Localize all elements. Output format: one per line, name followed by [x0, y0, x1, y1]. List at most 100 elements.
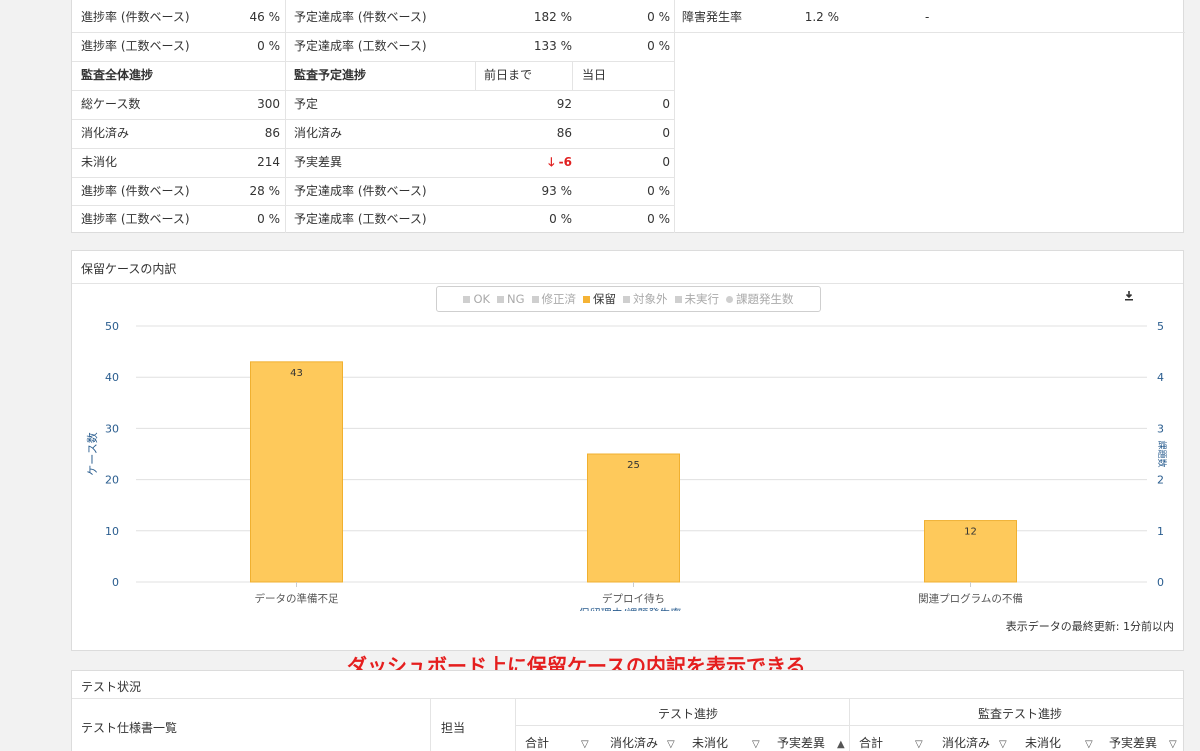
test-progress-group: テスト進捗	[658, 707, 719, 721]
audit-plan-rate-effort-prev: 0 %	[549, 212, 572, 226]
defect-rate-label: 障害発生率	[682, 10, 743, 24]
col-label: 予実差異	[777, 736, 826, 750]
variance-today: 0	[662, 155, 670, 169]
total-cases-label: 総ケース数	[81, 97, 141, 111]
y2-tick-label: 0	[1157, 576, 1164, 589]
hold-breakdown-chart: 01020304050012345ケース数 課題数43データの準備不足25デプロイ…	[86, 320, 1168, 611]
y2-tick-label: 3	[1157, 422, 1164, 435]
y-axis-title: ケース数	[86, 432, 99, 475]
mid-consumed-label: 消化済み	[294, 126, 343, 140]
audit-plan-title: 監査予定進捗	[294, 68, 367, 82]
y2-tick-label: 4	[1157, 371, 1164, 384]
total-cases-value: 300	[257, 97, 280, 111]
audit-plan-rate-effort-label: 予定達成率 (工数ベース)	[294, 212, 427, 226]
x-tick-label: データの準備不足	[255, 592, 339, 605]
defect-rate-today: -	[925, 10, 930, 24]
y-tick-label: 10	[105, 525, 119, 538]
plan-rate-count-label: 予定達成率 (件数ベース)	[294, 10, 427, 24]
bar-value-label: 43	[290, 368, 303, 379]
col-audit-unconsumed-header[interactable]: 未消化 ▽	[1025, 734, 1093, 751]
col-total-header[interactable]: 合計 ▽	[525, 734, 589, 751]
col-label: 合計	[859, 736, 884, 750]
plan-rate-effort-label: 予定達成率 (工数ベース)	[294, 39, 427, 53]
mid-consumed-prev: 86	[556, 126, 572, 140]
y2-axis-title: 課題数	[1156, 440, 1168, 467]
progress-rate-count-label: 進捗率 (件数ベース)	[81, 10, 190, 24]
y2-tick-label: 1	[1157, 525, 1164, 538]
mid-consumed-today: 0	[662, 126, 670, 140]
col-label: 予実差異	[1109, 736, 1158, 750]
audit-progress-count-label: 進捗率 (件数ベース)	[81, 184, 190, 198]
arrow-down-icon: 🡓	[548, 155, 555, 169]
y2-tick-label: 2	[1157, 474, 1164, 487]
test-status-title: テスト状況	[81, 680, 142, 694]
col-label: 消化済み	[610, 736, 659, 750]
col-audit-consumed-header[interactable]: 消化済み ▽	[942, 734, 1007, 751]
sort-down-icon[interactable]: ▽	[915, 739, 923, 750]
col-variance-header[interactable]: 予実差異 ▲	[777, 734, 845, 751]
sort-down-icon[interactable]: ▽	[752, 739, 760, 750]
plan-prev: 92	[556, 97, 572, 111]
audit-plan-rate-effort-today: 0 %	[647, 212, 670, 226]
test-status-panel: テスト状況 テスト仕様書一覧 担当 テスト進捗 監査テスト進捗 合計 ▽ 消化済み…	[71, 670, 1184, 751]
defect-rate-value: 1.2 %	[804, 10, 839, 24]
last-updated-note: 表示データの最終更新: 1分前以内	[1005, 620, 1174, 633]
progress-rate-effort-label: 進捗率 (工数ベース)	[81, 39, 190, 53]
col-consumed-header[interactable]: 消化済み ▽	[610, 734, 675, 751]
sort-down-icon[interactable]: ▽	[999, 739, 1007, 750]
audit-plan-rate-count-label: 予定達成率 (件数ベース)	[294, 184, 427, 198]
plan-rate-count-today: 0 %	[647, 10, 670, 24]
audit-progress-effort-label: 進捗率 (工数ベース)	[81, 212, 190, 226]
summary-panel: 進捗率 (件数ベース) 46 % 予定達成率 (件数ベース) 182 % 0 %…	[71, 0, 1185, 233]
audit-overall-title: 監査全体進捗	[81, 68, 154, 82]
spec-list-header[interactable]: テスト仕様書一覧	[81, 719, 177, 736]
audit-plan-rate-count-today: 0 %	[647, 184, 670, 198]
col-label: 消化済み	[942, 736, 991, 750]
col-audit-total-header[interactable]: 合計 ▽	[859, 734, 923, 751]
audit-progress-effort-value: 0 %	[257, 212, 280, 226]
plan-rate-effort-prev: 133 %	[533, 39, 572, 53]
x-tick-label: 関連プログラムの不備	[918, 592, 1023, 605]
assignee-header[interactable]: 担当	[441, 719, 465, 736]
col-unconsumed-header[interactable]: 未消化 ▽	[692, 734, 760, 751]
y-tick-label: 20	[105, 474, 119, 487]
progress-rate-count-value: 46 %	[249, 10, 281, 24]
sort-down-icon[interactable]: ▽	[1085, 739, 1093, 750]
bar-value-label: 25	[627, 460, 640, 471]
sort-down-icon[interactable]: ▽	[667, 739, 675, 750]
y-tick-label: 0	[112, 576, 119, 589]
audit-test-progress-group: 監査テスト進捗	[978, 707, 1063, 721]
audit-plan-rate-count-prev: 93 %	[541, 184, 573, 198]
plan-today: 0	[662, 97, 670, 111]
variance-prev-value: -6	[558, 155, 572, 169]
y-tick-label: 30	[105, 422, 119, 435]
col-label: 合計	[525, 736, 550, 750]
bar	[250, 361, 343, 583]
sort-up-icon[interactable]: ▲	[837, 739, 845, 750]
x-tick-label: デプロイ待ち	[602, 592, 665, 605]
y-tick-label: 50	[105, 320, 119, 333]
consumed-label: 消化済み	[81, 126, 130, 140]
unconsumed-value: 214	[257, 155, 280, 169]
y2-tick-label: 5	[1157, 320, 1164, 333]
plan-rate-effort-today: 0 %	[647, 39, 670, 53]
plan-rate-count-prev: 182 %	[533, 10, 572, 24]
progress-rate-effort-value: 0 %	[257, 39, 280, 53]
col-label: 未消化	[1025, 736, 1062, 750]
col-audit-variance-header[interactable]: 予実差異 ▽	[1109, 734, 1177, 751]
col-prev-header: 前日まで	[484, 68, 533, 82]
variance-prev: 🡓 -6	[492, 148, 572, 177]
consumed-value: 86	[264, 126, 280, 140]
y-tick-label: 40	[105, 371, 119, 384]
plan-label: 予定	[294, 97, 319, 111]
sort-down-icon[interactable]: ▽	[1169, 739, 1177, 750]
bar	[587, 453, 680, 583]
col-today-header: 当日	[582, 68, 607, 82]
x-axis-title: 保留理由/課題発生率	[579, 606, 682, 611]
unconsumed-label: 未消化	[81, 155, 118, 169]
bar-value-label: 12	[964, 527, 977, 538]
col-label: 未消化	[692, 736, 729, 750]
hold-breakdown-panel: 保留ケースの内訳 OK NG 修正済 保留 対象外 未実行 課題発生数 0 10 2…	[71, 250, 1184, 651]
sort-down-icon[interactable]: ▽	[581, 739, 589, 750]
audit-progress-count-value: 28 %	[249, 184, 281, 198]
